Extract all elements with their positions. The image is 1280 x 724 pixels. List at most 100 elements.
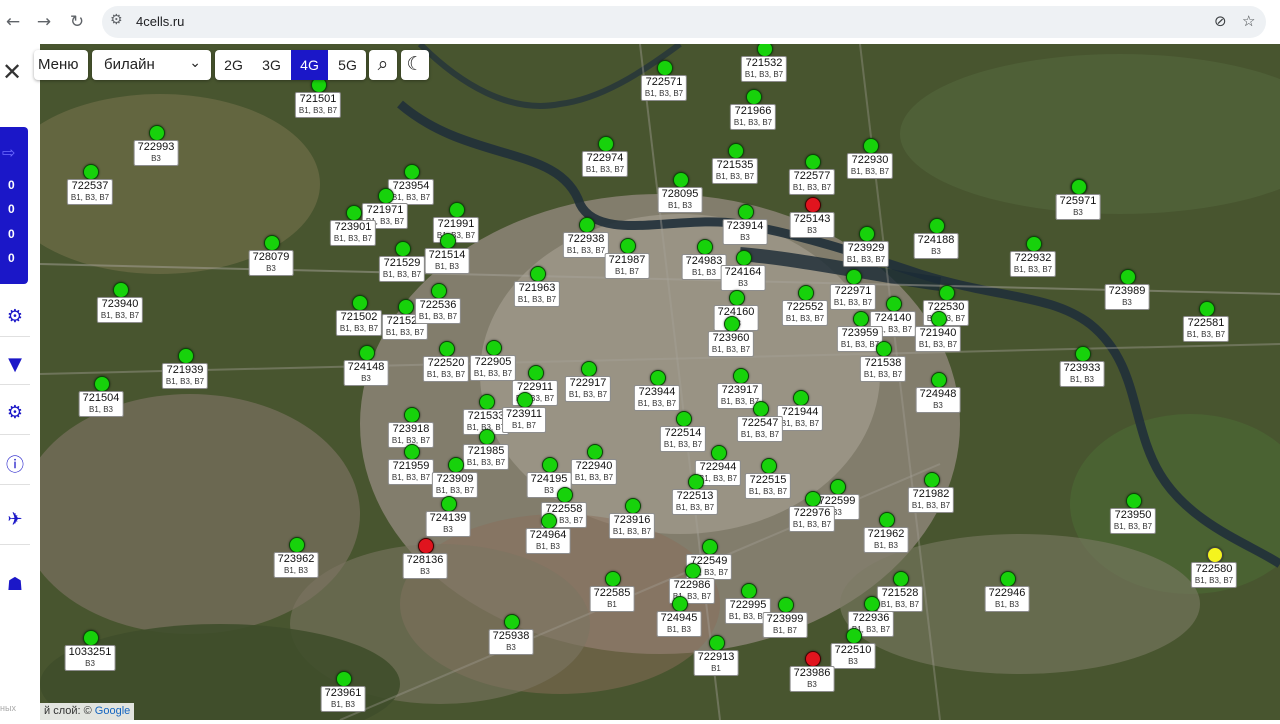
tower-label[interactable]: 721528 B1, B3, B7 bbox=[876, 586, 924, 612]
tower-marker[interactable] bbox=[404, 164, 420, 180]
tower-marker[interactable] bbox=[418, 538, 434, 554]
tower-marker[interactable] bbox=[479, 394, 495, 410]
tower-label[interactable]: 721535 B1, B3, B7 bbox=[711, 158, 759, 184]
tower-marker[interactable] bbox=[83, 164, 99, 180]
tower-label[interactable]: 724945 B1, B3 bbox=[656, 611, 702, 637]
tower-label[interactable]: 722917 B1, B3, B7 bbox=[564, 376, 612, 402]
forward-arrow-icon[interactable]: → bbox=[31, 9, 57, 35]
dark-mode-button[interactable]: ☾ bbox=[401, 50, 429, 80]
tower-marker[interactable] bbox=[440, 233, 456, 249]
tower-marker[interactable] bbox=[431, 283, 447, 299]
tower-label[interactable]: 722514 B1, B3, B7 bbox=[659, 426, 707, 452]
tower-label[interactable]: 722930 B1, B3, B7 bbox=[846, 153, 894, 179]
tower-marker[interactable] bbox=[504, 614, 520, 630]
tower-label[interactable]: 723914 B3 bbox=[722, 219, 768, 245]
tower-marker[interactable] bbox=[697, 239, 713, 255]
close-icon[interactable]: ✕ bbox=[2, 58, 22, 86]
tower-marker[interactable] bbox=[702, 539, 718, 555]
tower-marker[interactable] bbox=[673, 172, 689, 188]
tower-label[interactable]: 722976 B1, B3, B7 bbox=[788, 506, 836, 532]
operator-select[interactable]: билайн ⌄ bbox=[92, 50, 211, 80]
tower-label[interactable]: 722577 B1, B3, B7 bbox=[788, 169, 836, 195]
tower-marker[interactable] bbox=[94, 376, 110, 392]
tower-label[interactable]: 722547 B1, B3, B7 bbox=[736, 416, 784, 442]
tower-marker[interactable] bbox=[753, 401, 769, 417]
tower-label[interactable]: 728079 B3 bbox=[248, 250, 294, 276]
tower-marker[interactable] bbox=[83, 630, 99, 646]
tower-label[interactable]: 721939 B1, B3, B7 bbox=[161, 363, 209, 389]
tower-marker[interactable] bbox=[1075, 346, 1091, 362]
tower-marker[interactable] bbox=[587, 444, 603, 460]
tower-marker[interactable] bbox=[929, 218, 945, 234]
tower-label[interactable]: 724948 B3 bbox=[915, 387, 961, 413]
filter-icon[interactable]: ▼ bbox=[5, 354, 25, 375]
tower-label[interactable]: 721982 B1, B3, B7 bbox=[907, 487, 955, 513]
tower-label[interactable]: 721501 B1, B3, B7 bbox=[294, 92, 342, 118]
tower-marker[interactable] bbox=[378, 188, 394, 204]
tower-marker[interactable] bbox=[1120, 269, 1136, 285]
tower-marker[interactable] bbox=[1026, 236, 1042, 252]
tower-marker[interactable] bbox=[846, 269, 862, 285]
tower-marker[interactable] bbox=[746, 89, 762, 105]
tower-label[interactable]: 721966 B1, B3, B7 bbox=[729, 104, 777, 130]
tower-marker[interactable] bbox=[931, 372, 947, 388]
tower-label[interactable]: 722905 B1, B3, B7 bbox=[469, 355, 517, 381]
tower-marker[interactable] bbox=[404, 407, 420, 423]
tower-label[interactable]: 722515 B1, B3, B7 bbox=[744, 473, 792, 499]
tower-label[interactable]: 723940 B1, B3, B7 bbox=[96, 297, 144, 323]
tower-marker[interactable] bbox=[441, 496, 457, 512]
tower-marker[interactable] bbox=[685, 563, 701, 579]
tracking-protection-icon[interactable]: ⊘ bbox=[1214, 12, 1227, 30]
tower-label[interactable]: 723911 B1, B7 bbox=[502, 407, 546, 433]
tower-label[interactable]: 723986 B3 bbox=[789, 666, 835, 692]
tower-marker[interactable] bbox=[605, 571, 621, 587]
tower-marker[interactable] bbox=[1199, 301, 1215, 317]
tower-label[interactable]: 723944 B1, B3, B7 bbox=[633, 385, 681, 411]
tower-marker[interactable] bbox=[846, 628, 862, 644]
tower-label[interactable]: 723916 B1, B3, B7 bbox=[608, 513, 656, 539]
tower-label[interactable]: 721962 B1, B3 bbox=[863, 527, 909, 553]
gen-3g-button[interactable]: 3G bbox=[253, 50, 290, 80]
tower-label[interactable]: 722993 B3 bbox=[133, 140, 179, 166]
tower-marker[interactable] bbox=[264, 235, 280, 251]
tower-label[interactable]: 721963 B1, B3, B7 bbox=[513, 281, 561, 307]
android-icon[interactable]: ☗ bbox=[5, 574, 25, 595]
tower-marker[interactable] bbox=[352, 295, 368, 311]
tower-label[interactable]: 722938 B1, B3, B7 bbox=[562, 232, 610, 258]
tower-marker[interactable] bbox=[359, 345, 375, 361]
tower-marker[interactable] bbox=[876, 341, 892, 357]
site-settings-icon[interactable]: ⚙ bbox=[110, 12, 123, 28]
tower-marker[interactable] bbox=[1071, 179, 1087, 195]
tower-marker[interactable] bbox=[530, 266, 546, 282]
attribution-provider[interactable]: Google bbox=[95, 705, 130, 717]
tower-label[interactable]: 721514 B1, B3 bbox=[424, 248, 470, 274]
tower-marker[interactable] bbox=[805, 651, 821, 667]
tower-label[interactable]: 723929 B1, B3, B7 bbox=[842, 241, 890, 267]
gen-4g-button[interactable]: 4G bbox=[291, 50, 328, 80]
tower-label[interactable]: 722520 B1, B3, B7 bbox=[422, 356, 470, 382]
back-arrow-icon[interactable]: ← bbox=[0, 9, 26, 35]
tower-marker[interactable] bbox=[805, 197, 821, 213]
tower-label[interactable]: 721538 B1, B3, B7 bbox=[859, 356, 907, 382]
tower-marker[interactable] bbox=[1000, 571, 1016, 587]
tower-marker[interactable] bbox=[853, 311, 869, 327]
tower-label[interactable]: 723989 B3 bbox=[1104, 284, 1150, 310]
tower-marker[interactable] bbox=[688, 474, 704, 490]
tower-label[interactable]: 722580 B1, B3, B7 bbox=[1190, 562, 1238, 588]
tower-marker[interactable] bbox=[733, 368, 749, 384]
menu-button[interactable]: Меню bbox=[34, 50, 88, 80]
tower-marker[interactable] bbox=[711, 445, 727, 461]
tower-label[interactable]: 721529 B1, B3, B7 bbox=[378, 256, 426, 282]
tower-marker[interactable] bbox=[1207, 547, 1223, 563]
tower-marker[interactable] bbox=[741, 583, 757, 599]
info-icon[interactable]: ⓘ bbox=[5, 451, 25, 476]
tower-label[interactable]: 722585 B1 bbox=[589, 586, 635, 612]
settings-icon[interactable]: ⚙ bbox=[5, 402, 25, 423]
tower-label[interactable]: 722971 B1, B3, B7 bbox=[829, 284, 877, 310]
tower-marker[interactable] bbox=[289, 537, 305, 553]
tower-marker[interactable] bbox=[709, 635, 725, 651]
tower-marker[interactable] bbox=[650, 370, 666, 386]
tower-marker[interactable] bbox=[798, 285, 814, 301]
tower-marker[interactable] bbox=[672, 596, 688, 612]
tower-marker[interactable] bbox=[625, 498, 641, 514]
